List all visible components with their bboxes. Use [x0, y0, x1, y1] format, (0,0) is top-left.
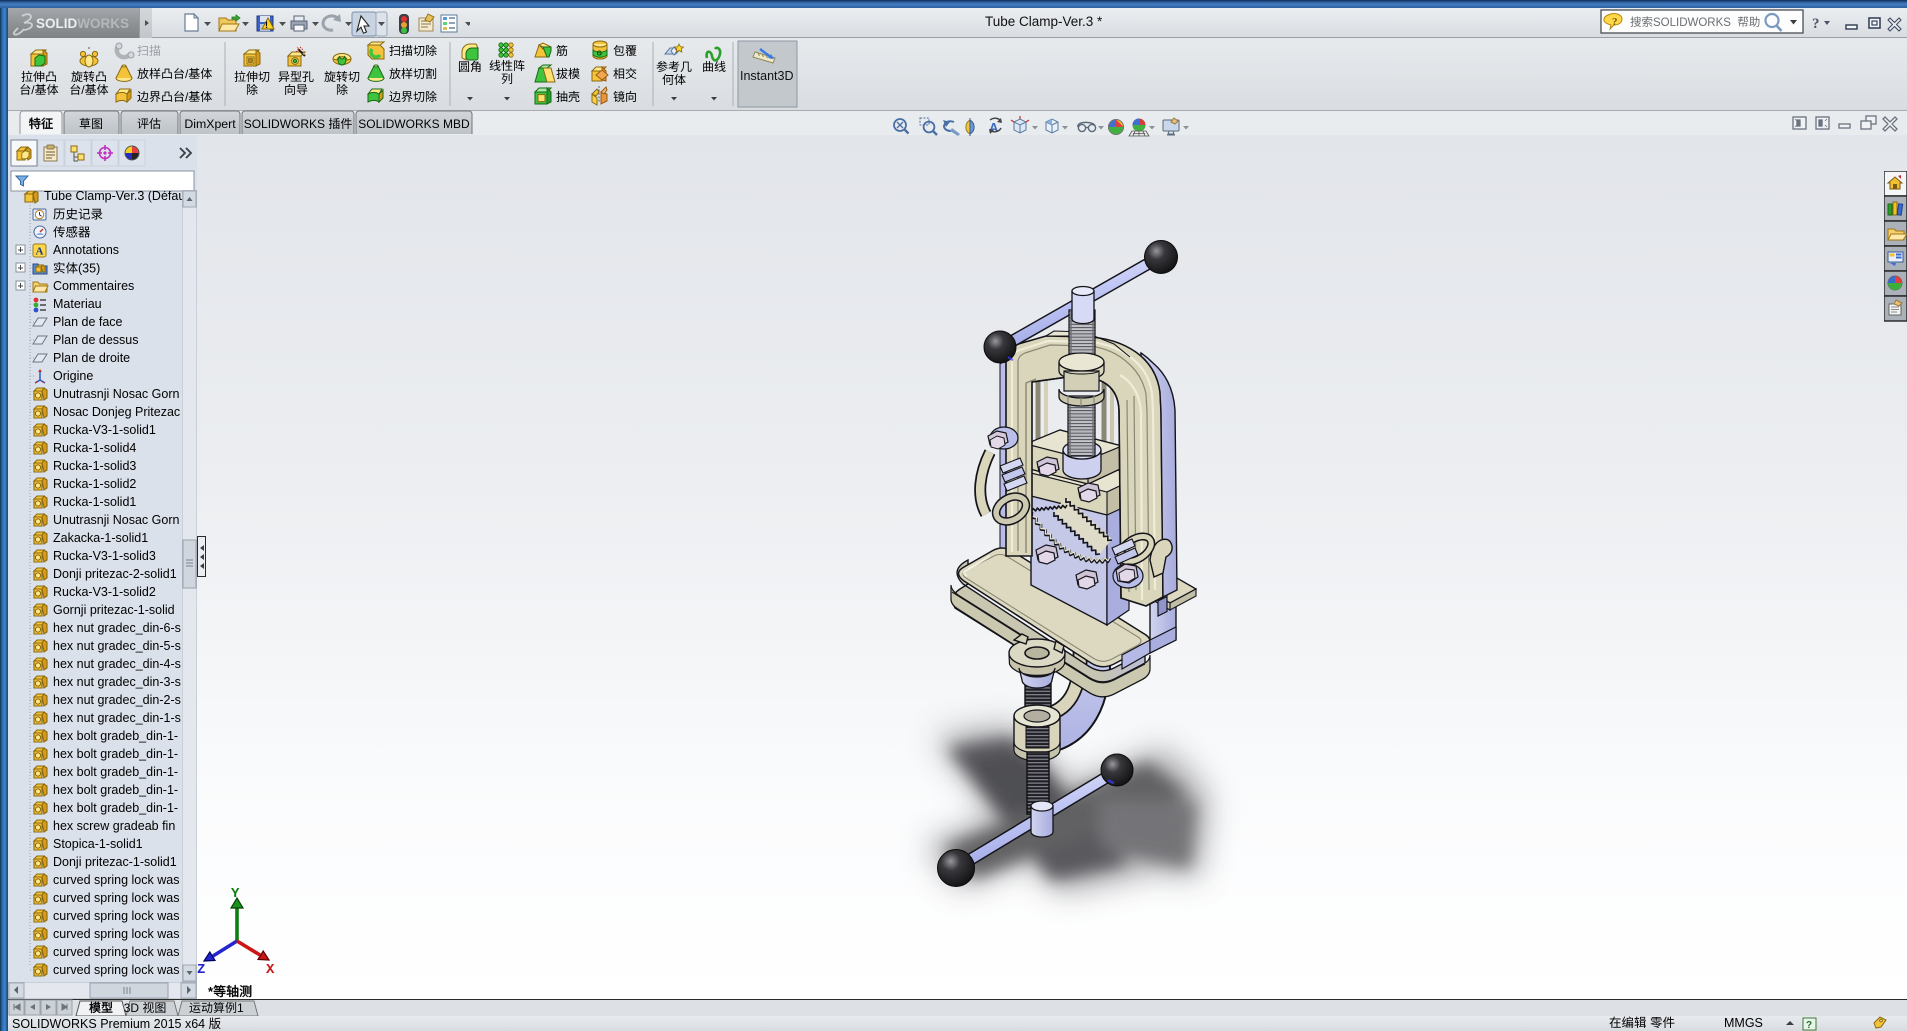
- svg-text:hex bolt gradeb_din-1-: hex bolt gradeb_din-1-: [53, 765, 178, 779]
- svg-text:Unutrasnji Nosac Gorn: Unutrasnji Nosac Gorn: [53, 513, 179, 527]
- svg-text:curved spring lock was: curved spring lock was: [53, 963, 179, 977]
- svg-text:curved spring lock was: curved spring lock was: [53, 909, 179, 923]
- svg-text:Stopica-1-solid1: Stopica-1-solid1: [53, 837, 143, 851]
- svg-text:hex nut gradec_din-2-s: hex nut gradec_din-2-s: [53, 693, 181, 707]
- svg-text:Commentaires: Commentaires: [53, 279, 134, 293]
- svg-text:Tube Clamp-Ver.3 (Défau: Tube Clamp-Ver.3 (Défau: [44, 191, 185, 203]
- svg-text:Rucka-V3-1-solid2: Rucka-V3-1-solid2: [53, 585, 156, 599]
- svg-text:Gornji pritezac-1-solid: Gornji pritezac-1-solid: [53, 603, 175, 617]
- svg-text:!: !: [265, 20, 268, 30]
- svg-text:Plan de face: Plan de face: [53, 315, 123, 329]
- svg-text:?: ?: [1812, 16, 1820, 32]
- svg-text:G: G: [597, 50, 603, 57]
- svg-text:Unutrasnji Nosac Gorn: Unutrasnji Nosac Gorn: [53, 387, 179, 401]
- svg-text:Rucka-1-solid3: Rucka-1-solid3: [53, 459, 136, 473]
- svg-text:Rucka-1-solid1: Rucka-1-solid1: [53, 495, 136, 509]
- svg-text:Zakacka-1-solid1: Zakacka-1-solid1: [53, 531, 148, 545]
- svg-text:Plan de dessus: Plan de dessus: [53, 333, 138, 347]
- svg-text:X: X: [266, 962, 275, 978]
- svg-text:Donji pritezac-1-solid1: Donji pritezac-1-solid1: [53, 855, 177, 869]
- svg-text:A: A: [36, 246, 44, 258]
- svg-text:Rucka-1-solid2: Rucka-1-solid2: [53, 477, 136, 491]
- svg-text:?: ?: [1612, 16, 1618, 28]
- svg-text:hex bolt gradeb_din-1-: hex bolt gradeb_din-1-: [53, 747, 178, 761]
- svg-text:Rucka-V3-1-solid1: Rucka-V3-1-solid1: [53, 423, 156, 437]
- svg-text:Rucka-1-solid4: Rucka-1-solid4: [53, 441, 136, 455]
- svg-text:curved spring lock was: curved spring lock was: [53, 927, 179, 941]
- svg-text:hex bolt gradeb_din-1-: hex bolt gradeb_din-1-: [53, 783, 178, 797]
- svg-text:hex bolt gradeb_din-1-: hex bolt gradeb_din-1-: [53, 729, 178, 743]
- svg-text:curved spring lock was: curved spring lock was: [53, 873, 179, 887]
- svg-text:Origine: Origine: [53, 369, 93, 383]
- svg-text:hex bolt gradeb_din-1-: hex bolt gradeb_din-1-: [53, 801, 178, 815]
- svg-text:hex screw gradeab fin: hex screw gradeab fin: [53, 819, 175, 833]
- svg-text:curved spring lock was: curved spring lock was: [53, 945, 179, 959]
- svg-text:Donji pritezac-2-solid1: Donji pritezac-2-solid1: [53, 567, 177, 581]
- svg-text:Plan de droite: Plan de droite: [53, 351, 130, 365]
- svg-text:(35): (35): [78, 262, 100, 276]
- svg-text:Materiau: Materiau: [53, 297, 102, 311]
- svg-text:hex nut gradec_din-1-s: hex nut gradec_din-1-s: [53, 711, 181, 725]
- svg-text:Y: Y: [231, 886, 240, 902]
- svg-text:hex nut gradec_din-3-s: hex nut gradec_din-3-s: [53, 675, 181, 689]
- svg-text:curved spring lock was: curved spring lock was: [53, 891, 179, 905]
- svg-text:Annotations: Annotations: [53, 243, 119, 257]
- svg-text:hex nut gradec_din-5-s: hex nut gradec_din-5-s: [53, 639, 181, 653]
- svg-text:Nosac Donjeg Pritezac: Nosac Donjeg Pritezac: [53, 405, 180, 419]
- svg-text:Rucka-V3-1-solid3: Rucka-V3-1-solid3: [53, 549, 156, 563]
- svg-text:hex nut gradec_din-4-s: hex nut gradec_din-4-s: [53, 657, 181, 671]
- svg-text:hex nut gradec_din-6-s: hex nut gradec_din-6-s: [53, 621, 181, 635]
- svg-text:Z: Z: [197, 962, 205, 978]
